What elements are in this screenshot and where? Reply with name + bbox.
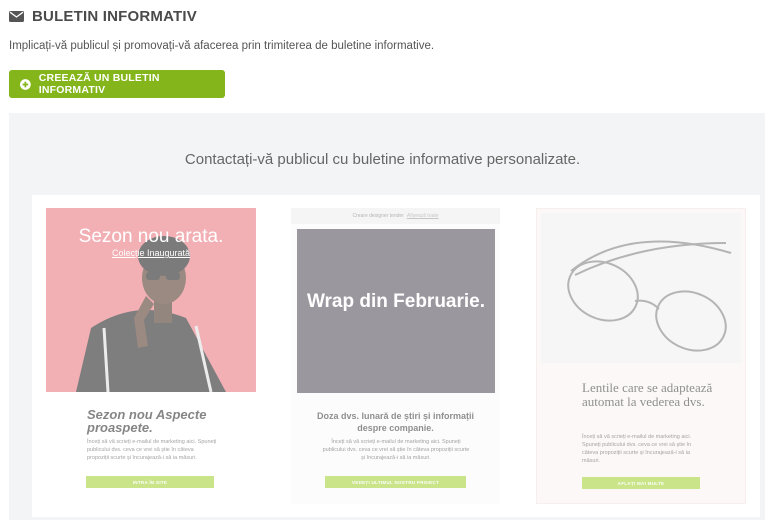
template-hero-subtitle: Colecție Inaugurată (111, 248, 191, 258)
create-newsletter-button[interactable]: CREEAZĂ UN BULETIN INFORMATIV (9, 70, 225, 98)
eyeglasses-image (567, 240, 732, 352)
template-hero-title: Sezon nou arata. (78, 226, 224, 247)
newsletter-template-card[interactable]: Creare designer tender Afișează toate Wr… (291, 208, 500, 504)
page-title: BULETIN INFORMATIV (32, 8, 197, 25)
template-heading: Lentile care se adaptează automat la ved… (582, 380, 713, 409)
template-heading: Sezon nou Aspecte proaspete. (87, 407, 207, 435)
envelope-icon (9, 11, 24, 22)
template-cta-button: VEDEȚI ULTIMUL NOSTRU PROIECT (325, 476, 466, 488)
gallery-heading: Contactați-vă publicul cu buletine infor… (184, 151, 581, 168)
plus-circle-icon (20, 78, 31, 90)
page-description: Implicați-vă publicul și promovați-vă af… (9, 40, 435, 52)
create-newsletter-label: CREEAZĂ UN BULETIN INFORMATIV (38, 72, 160, 96)
template-cta-button: INTRA ÎN SITE (86, 476, 214, 488)
template-heading: Doza dvs. lunară de știri și informații … (316, 411, 475, 433)
template-body-text: Înceți să vă scrieți e-mailul de marketi… (87, 439, 217, 461)
template-hero-image: Wrap din Februarie. (297, 229, 495, 393)
template-top-bar-link: Afișează toate (406, 213, 439, 219)
template-body-text: Înceți să vă scrieți e-mailul de marketi… (582, 434, 692, 464)
template-hero-image: Sezon nou arata. Colecție Inaugurată (46, 208, 256, 392)
page-header: BULETIN INFORMATIV (9, 8, 197, 25)
template-top-bar-text: Creare designer tender (352, 213, 404, 219)
template-cta-button: AFLAȚI MAI MULTE (582, 477, 700, 489)
template-hero-title: Wrap din Februarie. (306, 291, 486, 312)
newsletter-template-card[interactable]: Lentile care se adaptează automat la ved… (536, 208, 746, 504)
template-top-bar: Creare designer tender Afișează toate (291, 208, 500, 224)
newsletter-template-card[interactable]: Sezon nou arata. Colecție Inaugurată Sez… (46, 208, 256, 504)
template-hero-image (541, 213, 741, 363)
template-body-text: Înceți să vă scrieți e-mailul de marketi… (322, 439, 470, 461)
